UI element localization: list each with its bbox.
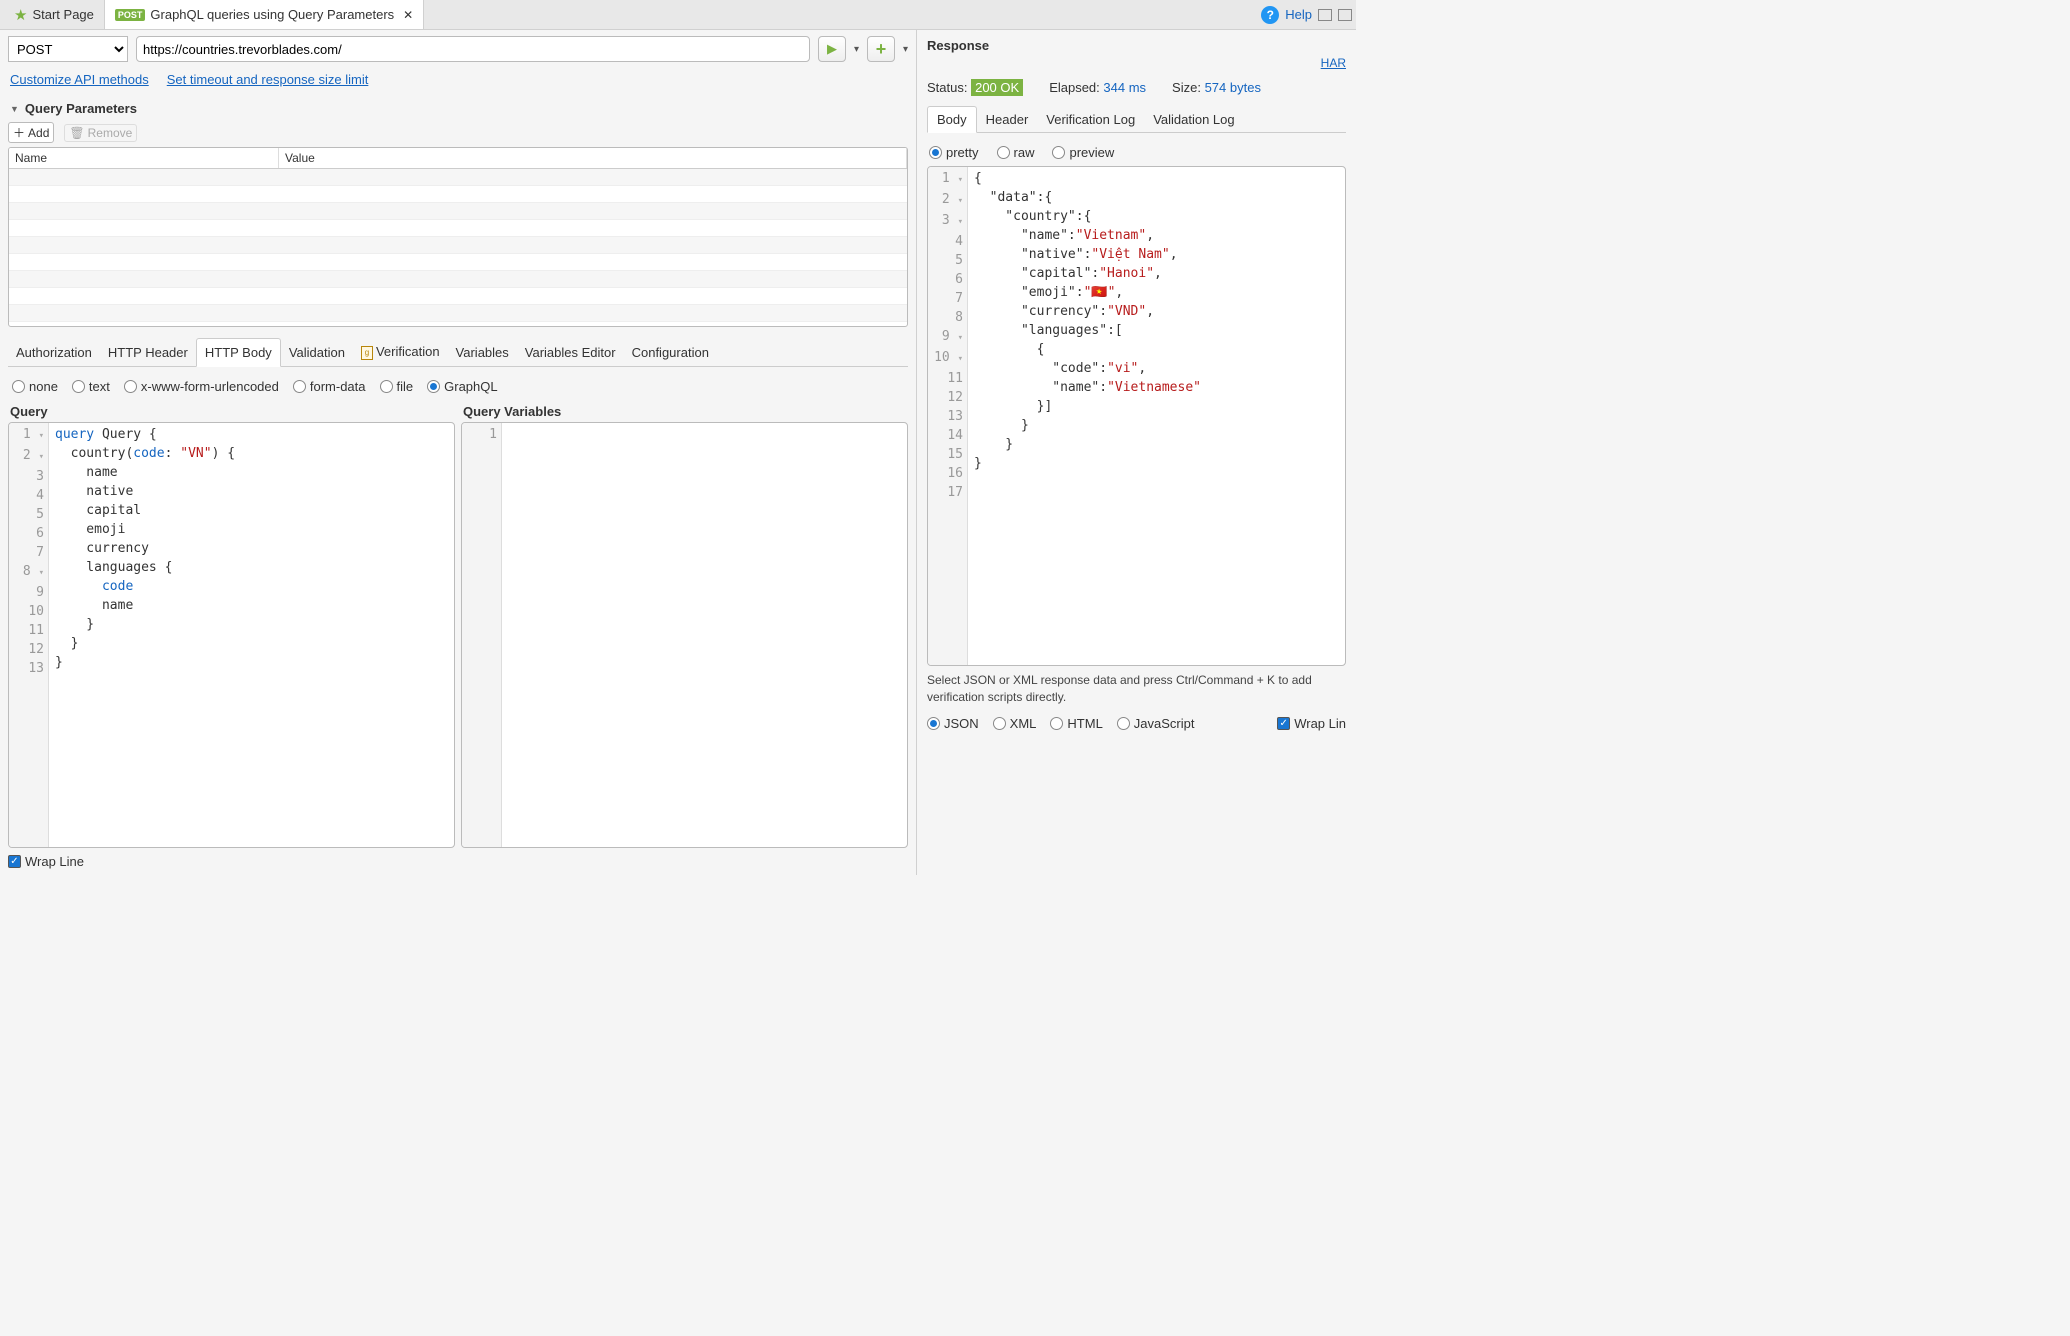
radio-javascript[interactable]: JavaScript <box>1117 716 1195 731</box>
tab-configuration[interactable]: Configuration <box>624 339 717 366</box>
radio-html[interactable]: HTML <box>1050 716 1102 731</box>
add-dropdown-icon[interactable]: ▾ <box>903 44 908 55</box>
radio-json[interactable]: JSON <box>927 716 979 731</box>
wrap-line-checkbox[interactable]: ✓ <box>8 855 21 868</box>
radio-pretty[interactable]: pretty <box>929 145 979 160</box>
response-editor[interactable]: 1 ▾2 ▾3 ▾4 5 6 7 8 9 ▾10 ▾11 12 13 14 15… <box>927 166 1346 666</box>
help-label[interactable]: Help <box>1285 7 1312 22</box>
har-link[interactable]: HAR <box>1321 56 1346 70</box>
radio-preview[interactable]: preview <box>1052 145 1114 160</box>
url-input[interactable] <box>136 36 810 62</box>
section-title: Query Parameters <box>25 101 137 116</box>
gutter: 1 ▾2 ▾3 ▾4 5 6 7 8 9 ▾10 ▾11 12 13 14 15… <box>928 167 968 665</box>
query-code[interactable]: query Query { country(code: "VN") { name… <box>49 423 454 847</box>
tab-http-body[interactable]: HTTP Body <box>196 338 281 367</box>
query-label: Query <box>10 404 453 419</box>
remove-param-button: 🗑 Remove <box>64 124 137 142</box>
tab-variables-editor[interactable]: Variables Editor <box>517 339 624 366</box>
table-row[interactable] <box>9 203 907 220</box>
tab-http-header[interactable]: HTTP Header <box>100 339 196 366</box>
elapsed-value: 344 ms <box>1103 80 1146 95</box>
minimize-icon[interactable] <box>1318 9 1332 21</box>
close-icon[interactable]: ✕ <box>403 8 413 22</box>
response-hint: Select JSON or XML response data and pre… <box>927 672 1346 706</box>
radio-xwww[interactable]: x-www-form-urlencoded <box>124 379 279 394</box>
query-vars-label: Query Variables <box>463 404 906 419</box>
size-value: 574 bytes <box>1205 80 1261 95</box>
tab-variables[interactable]: Variables <box>448 339 517 366</box>
table-row[interactable] <box>9 237 907 254</box>
query-editor[interactable]: 1 ▾2 ▾3 4 5 6 7 8 ▾9 10 11 12 13 query Q… <box>8 422 455 848</box>
status-value: 200 OK <box>971 79 1023 96</box>
collapse-icon: ▼ <box>10 104 19 114</box>
add-param-button[interactable]: ＋ Add <box>8 122 54 143</box>
gutter: 1 ▾2 ▾3 4 5 6 7 8 ▾9 10 11 12 13 <box>9 423 49 847</box>
tab-start-page[interactable]: ★ Start Page <box>4 0 105 29</box>
star-icon: ★ <box>14 6 27 24</box>
plus-icon: ＋ <box>13 124 25 141</box>
wrap-line-label: Wrap Line <box>25 854 84 869</box>
tab-verification[interactable]: gVerification <box>353 338 448 366</box>
top-tab-bar: ★ Start Page POST GraphQL queries using … <box>0 0 1356 30</box>
tab-header[interactable]: Header <box>977 107 1038 132</box>
radio-none[interactable]: none <box>12 379 58 394</box>
add-request-button[interactable]: + <box>867 36 895 62</box>
trash-icon: 🗑 <box>69 126 84 140</box>
wrap-lines-checkbox[interactable]: ✓ <box>1277 717 1290 730</box>
send-dropdown-icon[interactable]: ▾ <box>854 44 859 55</box>
table-row[interactable] <box>9 169 907 186</box>
status-label: Status: <box>927 80 967 95</box>
query-params-header[interactable]: ▼ Query Parameters <box>10 101 906 116</box>
radio-raw[interactable]: raw <box>997 145 1035 160</box>
tab-verification-log[interactable]: Verification Log <box>1037 107 1144 132</box>
radio-xml[interactable]: XML <box>993 716 1037 731</box>
customize-api-link[interactable]: Customize API methods <box>10 72 149 87</box>
http-method-select[interactable]: POST <box>8 36 128 62</box>
column-name: Name <box>9 148 279 168</box>
wrap-lines-label: Wrap Lin <box>1294 716 1346 731</box>
post-badge-icon: POST <box>115 9 146 21</box>
size-label: Size: <box>1172 80 1201 95</box>
tab-label: GraphQL queries using Query Parameters <box>150 7 394 22</box>
table-row[interactable] <box>9 305 907 322</box>
table-row[interactable] <box>9 288 907 305</box>
table-row[interactable] <box>9 271 907 288</box>
radio-text[interactable]: text <box>72 379 110 394</box>
tab-validation-log[interactable]: Validation Log <box>1144 107 1243 132</box>
table-row[interactable] <box>9 220 907 237</box>
tab-authorization[interactable]: Authorization <box>8 339 100 366</box>
vars-code[interactable] <box>502 423 907 847</box>
radio-graphql[interactable]: GraphQL <box>427 379 497 394</box>
request-tabs: Authorization HTTP Header HTTP Body Vali… <box>8 337 908 367</box>
timeout-link[interactable]: Set timeout and response size limit <box>167 72 369 87</box>
send-button[interactable]: ▶ <box>818 36 846 62</box>
gutter: 1 <box>462 423 502 847</box>
tab-label: Start Page <box>32 7 93 22</box>
tab-graphql[interactable]: POST GraphQL queries using Query Paramet… <box>105 0 424 29</box>
elapsed-label: Elapsed: <box>1049 80 1100 95</box>
radio-file[interactable]: file <box>380 379 414 394</box>
query-vars-editor[interactable]: 1 <box>461 422 908 848</box>
response-code[interactable]: { "data":{ "country":{ "name":"Vietnam",… <box>968 167 1345 665</box>
body-type-radios: none text x-www-form-urlencoded form-dat… <box>12 379 904 394</box>
maximize-icon[interactable] <box>1338 9 1352 21</box>
response-tabs: Body Header Verification Log Validation … <box>927 105 1346 133</box>
radio-formdata[interactable]: form-data <box>293 379 366 394</box>
tab-validation[interactable]: Validation <box>281 339 353 366</box>
query-params-table[interactable]: Name Value <box>8 147 908 327</box>
script-icon: g <box>361 346 373 360</box>
table-row[interactable] <box>9 186 907 203</box>
tab-body[interactable]: Body <box>927 106 977 133</box>
table-row[interactable] <box>9 254 907 271</box>
help-icon[interactable]: ? <box>1261 6 1279 24</box>
response-title: Response <box>927 38 1346 53</box>
column-value: Value <box>279 148 907 168</box>
